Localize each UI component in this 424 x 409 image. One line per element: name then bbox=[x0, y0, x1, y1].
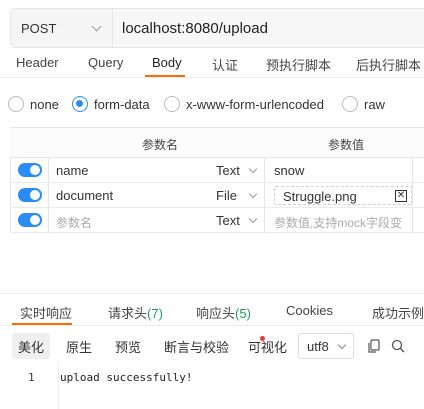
radio-label: none bbox=[30, 96, 59, 112]
chevron-down-icon bbox=[337, 340, 347, 349]
param-type-select[interactable]: File bbox=[216, 188, 237, 203]
radio-label: x-www-form-urlencoded bbox=[186, 96, 324, 112]
search-icon[interactable] bbox=[390, 338, 406, 354]
response-tabs: 实时响应 请求头(7) 响应头(5) Cookies 成功示例 bbox=[0, 293, 424, 325]
radio-icon bbox=[164, 96, 180, 112]
tab-request-headers[interactable]: 请求头(7) bbox=[108, 303, 163, 322]
radio-none[interactable]: none bbox=[8, 96, 59, 112]
format-preview-button[interactable]: 预览 bbox=[109, 333, 147, 359]
response-toolbar: 美化 原生 预览 断言与校验 可视化 utf8 bbox=[8, 333, 424, 361]
format-assert-button[interactable]: 断言与校验 bbox=[158, 333, 235, 359]
format-pretty-button[interactable]: 美化 bbox=[12, 333, 51, 359]
param-value-input[interactable]: snow bbox=[274, 163, 304, 178]
encoding-select[interactable]: utf8 bbox=[298, 333, 354, 359]
url-bar: POST localhost:8080/upload bbox=[10, 8, 424, 48]
copy-icon[interactable] bbox=[366, 338, 382, 354]
radio-checked-icon bbox=[72, 96, 88, 112]
tab-success-example[interactable]: 成功示例 bbox=[372, 303, 424, 322]
tab-header[interactable]: Header bbox=[16, 55, 59, 70]
radio-form-data[interactable]: form-data bbox=[72, 96, 150, 112]
chevron-down-icon bbox=[248, 164, 258, 174]
method-label: POST bbox=[21, 20, 57, 36]
column-header-value: 参数值 bbox=[328, 138, 365, 152]
divider bbox=[0, 77, 424, 78]
table-row: 参数名 Text 参数值,支持mock字段变 bbox=[10, 208, 424, 233]
tab-post-script[interactable]: 后执行脚本 bbox=[356, 55, 421, 74]
table-header: 参数名 参数值 bbox=[10, 128, 424, 158]
radio-icon bbox=[342, 96, 358, 112]
chevron-down-icon bbox=[91, 21, 102, 31]
tab-pre-script[interactable]: 预执行脚本 bbox=[266, 55, 331, 74]
tab-body[interactable]: Body bbox=[152, 55, 182, 70]
radio-urlencoded[interactable]: x-www-form-urlencoded bbox=[164, 96, 324, 112]
response-text: upload successfully! bbox=[60, 371, 193, 384]
param-name-input[interactable]: 参数名 bbox=[56, 214, 92, 231]
param-name-input[interactable]: document bbox=[56, 188, 113, 203]
radio-label: form-data bbox=[94, 96, 150, 112]
format-raw-button[interactable]: 原生 bbox=[60, 333, 98, 359]
radio-icon bbox=[8, 96, 24, 112]
tab-count: (5) bbox=[235, 306, 251, 321]
tab-live-response[interactable]: 实时响应 bbox=[20, 303, 72, 322]
divider bbox=[0, 325, 424, 326]
column-header-name: 参数名 bbox=[142, 138, 179, 152]
close-icon[interactable]: ✕ bbox=[395, 190, 407, 202]
params-table: 参数名 参数值 name Text snow document File Str… bbox=[10, 127, 424, 234]
radio-label: raw bbox=[364, 96, 385, 112]
format-visualize-button[interactable]: 可视化 bbox=[242, 333, 293, 359]
radio-raw[interactable]: raw bbox=[342, 96, 385, 112]
tab-label: 响应头 bbox=[196, 306, 236, 321]
tab-label: 请求头 bbox=[108, 306, 148, 321]
encoding-label: utf8 bbox=[307, 338, 329, 354]
table-row: document File Struggle.png ✕ bbox=[10, 183, 424, 208]
tab-count: (7) bbox=[147, 306, 163, 321]
line-number: 1 bbox=[28, 371, 35, 384]
request-tabs: Header Query Body 认证 预执行脚本 后执行脚本 bbox=[0, 52, 424, 76]
tab-cookies[interactable]: Cookies bbox=[286, 303, 333, 318]
enable-toggle[interactable] bbox=[18, 213, 42, 227]
enable-toggle[interactable] bbox=[18, 163, 42, 177]
tab-auth[interactable]: 认证 bbox=[212, 55, 238, 74]
chevron-down-icon bbox=[248, 189, 258, 199]
tab-response-headers[interactable]: 响应头(5) bbox=[196, 303, 251, 322]
table-row: name Text snow bbox=[10, 158, 424, 183]
url-input[interactable]: localhost:8080/upload bbox=[113, 20, 268, 37]
param-value-input[interactable]: 参数值,支持mock字段变 bbox=[274, 214, 402, 231]
response-editor[interactable]: 1 upload successfully! bbox=[0, 362, 424, 409]
param-name-input[interactable]: name bbox=[56, 163, 89, 178]
chevron-down-icon bbox=[248, 214, 258, 224]
enable-toggle[interactable] bbox=[18, 188, 42, 202]
method-select[interactable]: POST bbox=[11, 9, 113, 47]
param-type-select[interactable]: Text bbox=[216, 213, 240, 228]
param-type-select[interactable]: Text bbox=[216, 163, 240, 178]
tab-query[interactable]: Query bbox=[88, 55, 123, 70]
file-name: Struggle.png bbox=[283, 189, 357, 204]
line-number-gutter: 1 bbox=[0, 362, 59, 409]
file-upload-field[interactable]: Struggle.png ✕ bbox=[274, 186, 412, 205]
